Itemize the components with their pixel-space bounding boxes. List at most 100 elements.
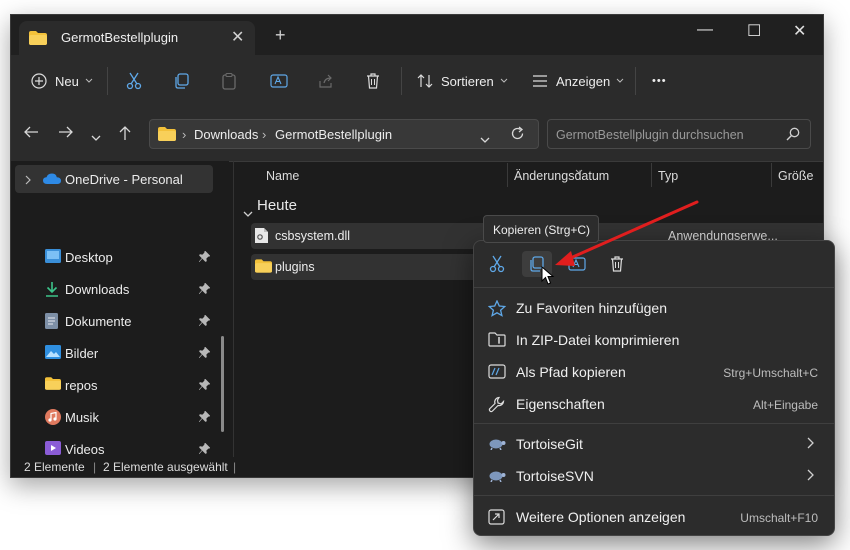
- more-options-button[interactable]: •••: [652, 69, 667, 93]
- share-icon: [319, 74, 332, 88]
- sidebar-item-label: repos: [65, 378, 98, 393]
- maximize-button[interactable]: ☐: [747, 21, 761, 41]
- plus-circle-icon: [31, 73, 47, 89]
- star-icon: [487, 299, 507, 322]
- new-tab-button[interactable]: +: [275, 25, 286, 46]
- pin-icon: [198, 346, 211, 361]
- sidebar-item-musik[interactable]: Musik: [11, 403, 213, 431]
- view-button[interactable]: Anzeigen: [532, 69, 624, 93]
- copy-button[interactable]: [174, 69, 190, 93]
- delete-button[interactable]: [602, 251, 632, 277]
- address-dropdown-icon[interactable]: [480, 131, 490, 149]
- context-menu: Zu Favoriten hinzufügen In ZIP-Datei kom…: [473, 240, 835, 536]
- minimize-button[interactable]: —: [697, 21, 713, 39]
- pictures-icon: [45, 345, 61, 362]
- column-divider[interactable]: [651, 163, 652, 187]
- menu-item-properties[interactable]: Eigenschaften Alt+Eingabe: [478, 389, 830, 419]
- wrench-icon: [488, 396, 505, 418]
- sidebar-item-bilder[interactable]: Bilder: [11, 339, 213, 367]
- sidebar-item-label: Downloads: [65, 282, 130, 297]
- column-header-name[interactable]: Name: [266, 169, 299, 183]
- column-divider[interactable]: [771, 163, 772, 187]
- sidebar-item-dokumente[interactable]: Dokumente: [11, 307, 213, 335]
- breadcrumb-germotbestellplugin[interactable]: GermotBestellplugin: [275, 127, 392, 142]
- folder-icon: [29, 31, 47, 50]
- sidebar-item-onedrive[interactable]: OneDrive - Personal: [15, 165, 213, 193]
- sidebar-item-desktop[interactable]: Desktop: [11, 243, 213, 271]
- trash-icon: [611, 256, 623, 272]
- title-bar: GermotBestellplugin ✕ + — ☐ ✕: [11, 15, 823, 55]
- paste-button[interactable]: [222, 69, 236, 93]
- trash-icon: [367, 73, 379, 89]
- group-header-heute[interactable]: Heute: [257, 197, 297, 214]
- mouse-cursor-icon: [541, 266, 555, 285]
- new-button[interactable]: Neu: [31, 69, 93, 93]
- rename-button[interactable]: [270, 69, 288, 93]
- search-box[interactable]: [547, 119, 811, 149]
- close-tab-icon[interactable]: ✕: [231, 27, 244, 47]
- column-divider[interactable]: [507, 163, 508, 187]
- search-input[interactable]: [554, 125, 778, 145]
- menu-item-tortoisesvn[interactable]: TortoiseSVN: [478, 461, 830, 491]
- menu-item-label: Als Pfad kopieren: [516, 364, 626, 380]
- forward-button[interactable]: [58, 125, 74, 144]
- recent-locations-button[interactable]: [91, 129, 101, 147]
- menu-item-shortcut: Strg+Umschalt+C: [723, 366, 818, 380]
- music-icon: [45, 409, 61, 428]
- menu-item-more-options[interactable]: Weitere Optionen anzeigen Umschalt+F10: [478, 502, 830, 532]
- document-icon: [45, 313, 58, 332]
- cut-button[interactable]: [126, 69, 142, 93]
- delete-button[interactable]: [366, 69, 380, 93]
- column-header-type[interactable]: Typ: [658, 169, 678, 183]
- folder-icon: [45, 377, 61, 393]
- status-divider: |: [233, 460, 237, 474]
- tooltip: Kopieren (Strg+C): [483, 215, 599, 243]
- chevron-right-icon[interactable]: [25, 173, 31, 188]
- column-header-size[interactable]: Größe: [778, 169, 813, 183]
- cloud-icon: [43, 173, 61, 188]
- toolbar-divider: [401, 67, 402, 95]
- chevron-down-icon: [616, 78, 624, 83]
- sidebar-item-label: Dokumente: [65, 314, 132, 329]
- zip-folder-icon: [488, 332, 506, 352]
- menu-item-copy-path[interactable]: Als Pfad kopieren Strg+Umschalt+C: [478, 357, 830, 387]
- sidebar-scrollbar[interactable]: [221, 336, 224, 432]
- scissors-icon: [126, 72, 142, 90]
- menu-item-zip[interactable]: In ZIP-Datei komprimieren: [478, 325, 830, 355]
- share-button[interactable]: [318, 69, 334, 93]
- up-button[interactable]: [118, 125, 132, 146]
- chevron-down-icon: [500, 78, 508, 83]
- menu-item-label: TortoiseGit: [516, 436, 583, 452]
- status-divider: |: [93, 460, 97, 474]
- toolbar-divider: [107, 67, 108, 95]
- address-row: › Downloads › GermotBestellplugin: [11, 107, 823, 162]
- chevron-right-icon: [807, 468, 814, 486]
- cut-button[interactable]: [482, 251, 512, 277]
- column-header-date[interactable]: Änderungsdatum: [514, 169, 609, 183]
- menu-item-label: Zu Favoriten hinzufügen: [516, 300, 667, 316]
- search-icon[interactable]: [786, 127, 800, 146]
- dll-file-icon: [255, 228, 268, 248]
- menu-item-add-favorites[interactable]: Zu Favoriten hinzufügen: [478, 293, 830, 323]
- chevron-down-icon[interactable]: [243, 205, 253, 223]
- breadcrumb-downloads[interactable]: Downloads: [194, 127, 258, 142]
- rename-button[interactable]: [562, 251, 592, 277]
- sidebar-item-label: Musik: [65, 410, 99, 425]
- address-bar[interactable]: › Downloads › GermotBestellplugin: [149, 119, 539, 149]
- tab-germotbestellplugin[interactable]: GermotBestellplugin ✕: [19, 21, 255, 55]
- back-button[interactable]: [23, 125, 39, 144]
- sidebar-item-downloads[interactable]: Downloads: [11, 275, 213, 303]
- arrow-up-icon: [119, 126, 131, 140]
- sidebar-item-label: Videos: [65, 442, 105, 457]
- pane-divider[interactable]: [233, 161, 234, 457]
- menu-divider: [474, 423, 834, 424]
- sort-button[interactable]: Sortieren: [417, 69, 508, 93]
- chevron-down-icon: [91, 135, 101, 141]
- sidebar-item-repos[interactable]: repos: [11, 371, 213, 399]
- close-window-button[interactable]: ✕: [793, 21, 806, 41]
- desktop-icon: [45, 249, 61, 266]
- folder-icon: [255, 259, 272, 278]
- menu-item-tortoisegit[interactable]: TortoiseGit: [478, 429, 830, 459]
- refresh-icon[interactable]: [510, 126, 525, 146]
- arrow-left-icon: [24, 126, 38, 138]
